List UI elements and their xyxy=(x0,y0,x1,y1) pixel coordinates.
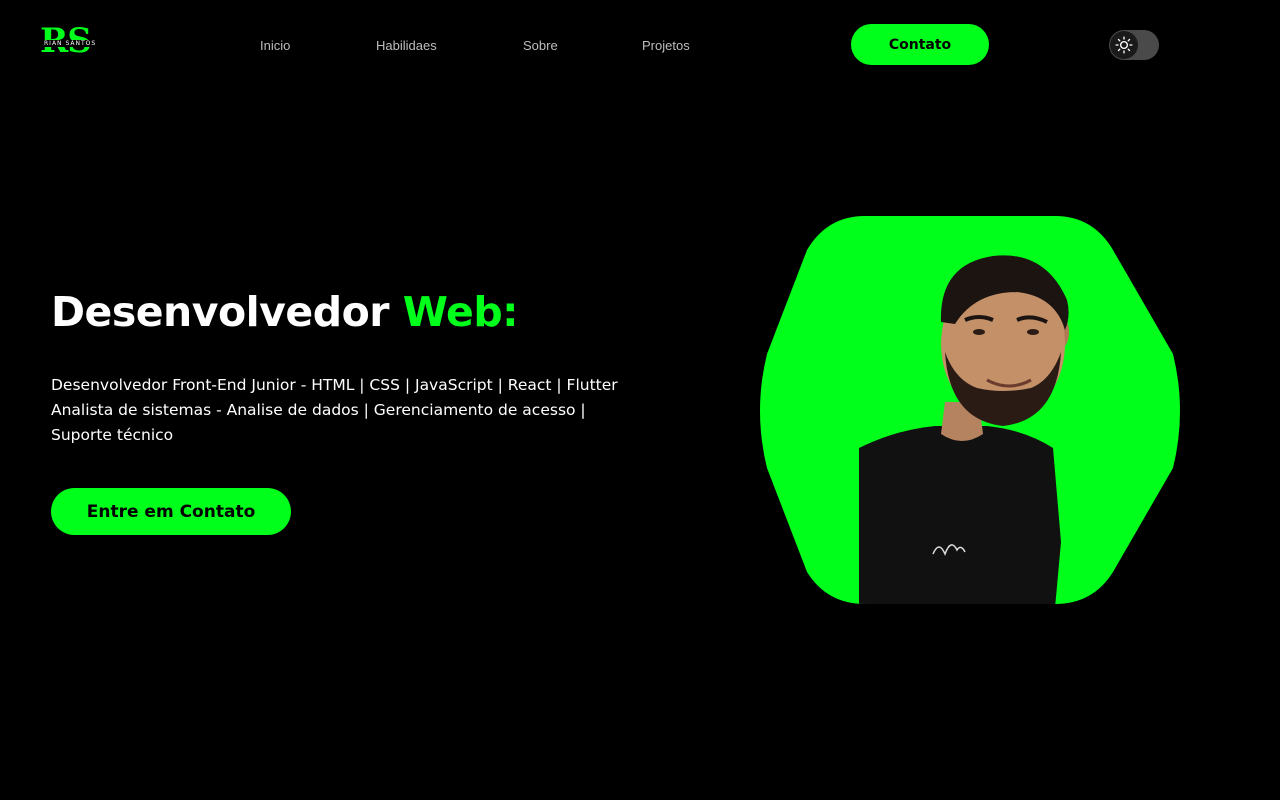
nav-link-habilidades[interactable]: Habilidaes xyxy=(376,38,437,53)
hero-visual xyxy=(755,212,1185,608)
logo-subtitle: RIAN SANTOS xyxy=(43,40,98,47)
nav-link-projetos[interactable]: Projetos xyxy=(642,38,690,53)
site-header: RS RIAN SANTOS Inicio Habilidaes Sobre P… xyxy=(0,0,1280,90)
logo[interactable]: RS RIAN SANTOS xyxy=(40,21,102,63)
hero-title-main: Desenvolvedor xyxy=(51,288,389,336)
contact-button[interactable]: Contato xyxy=(851,24,989,65)
toggle-knob xyxy=(1110,31,1138,59)
nav-link-inicio[interactable]: Inicio xyxy=(260,38,290,53)
sun-icon xyxy=(1115,36,1133,54)
hero-title-accent: Web: xyxy=(402,288,519,336)
hero-description-line2: Analista de sistemas - Analise de dados … xyxy=(51,401,586,419)
theme-toggle[interactable] xyxy=(1109,30,1159,60)
nav-link-sobre[interactable]: Sobre xyxy=(523,38,558,53)
hero-description-line1: Desenvolvedor Front-End Junior - HTML | … xyxy=(51,376,618,394)
cta-contact-button[interactable]: Entre em Contato xyxy=(51,488,291,535)
hero-title: Desenvolvedor Web: xyxy=(51,286,519,338)
profile-portrait xyxy=(760,216,1180,604)
hero-description: Desenvolvedor Front-End Junior - HTML | … xyxy=(51,373,661,448)
hero-description-line3: Suporte técnico xyxy=(51,426,174,444)
